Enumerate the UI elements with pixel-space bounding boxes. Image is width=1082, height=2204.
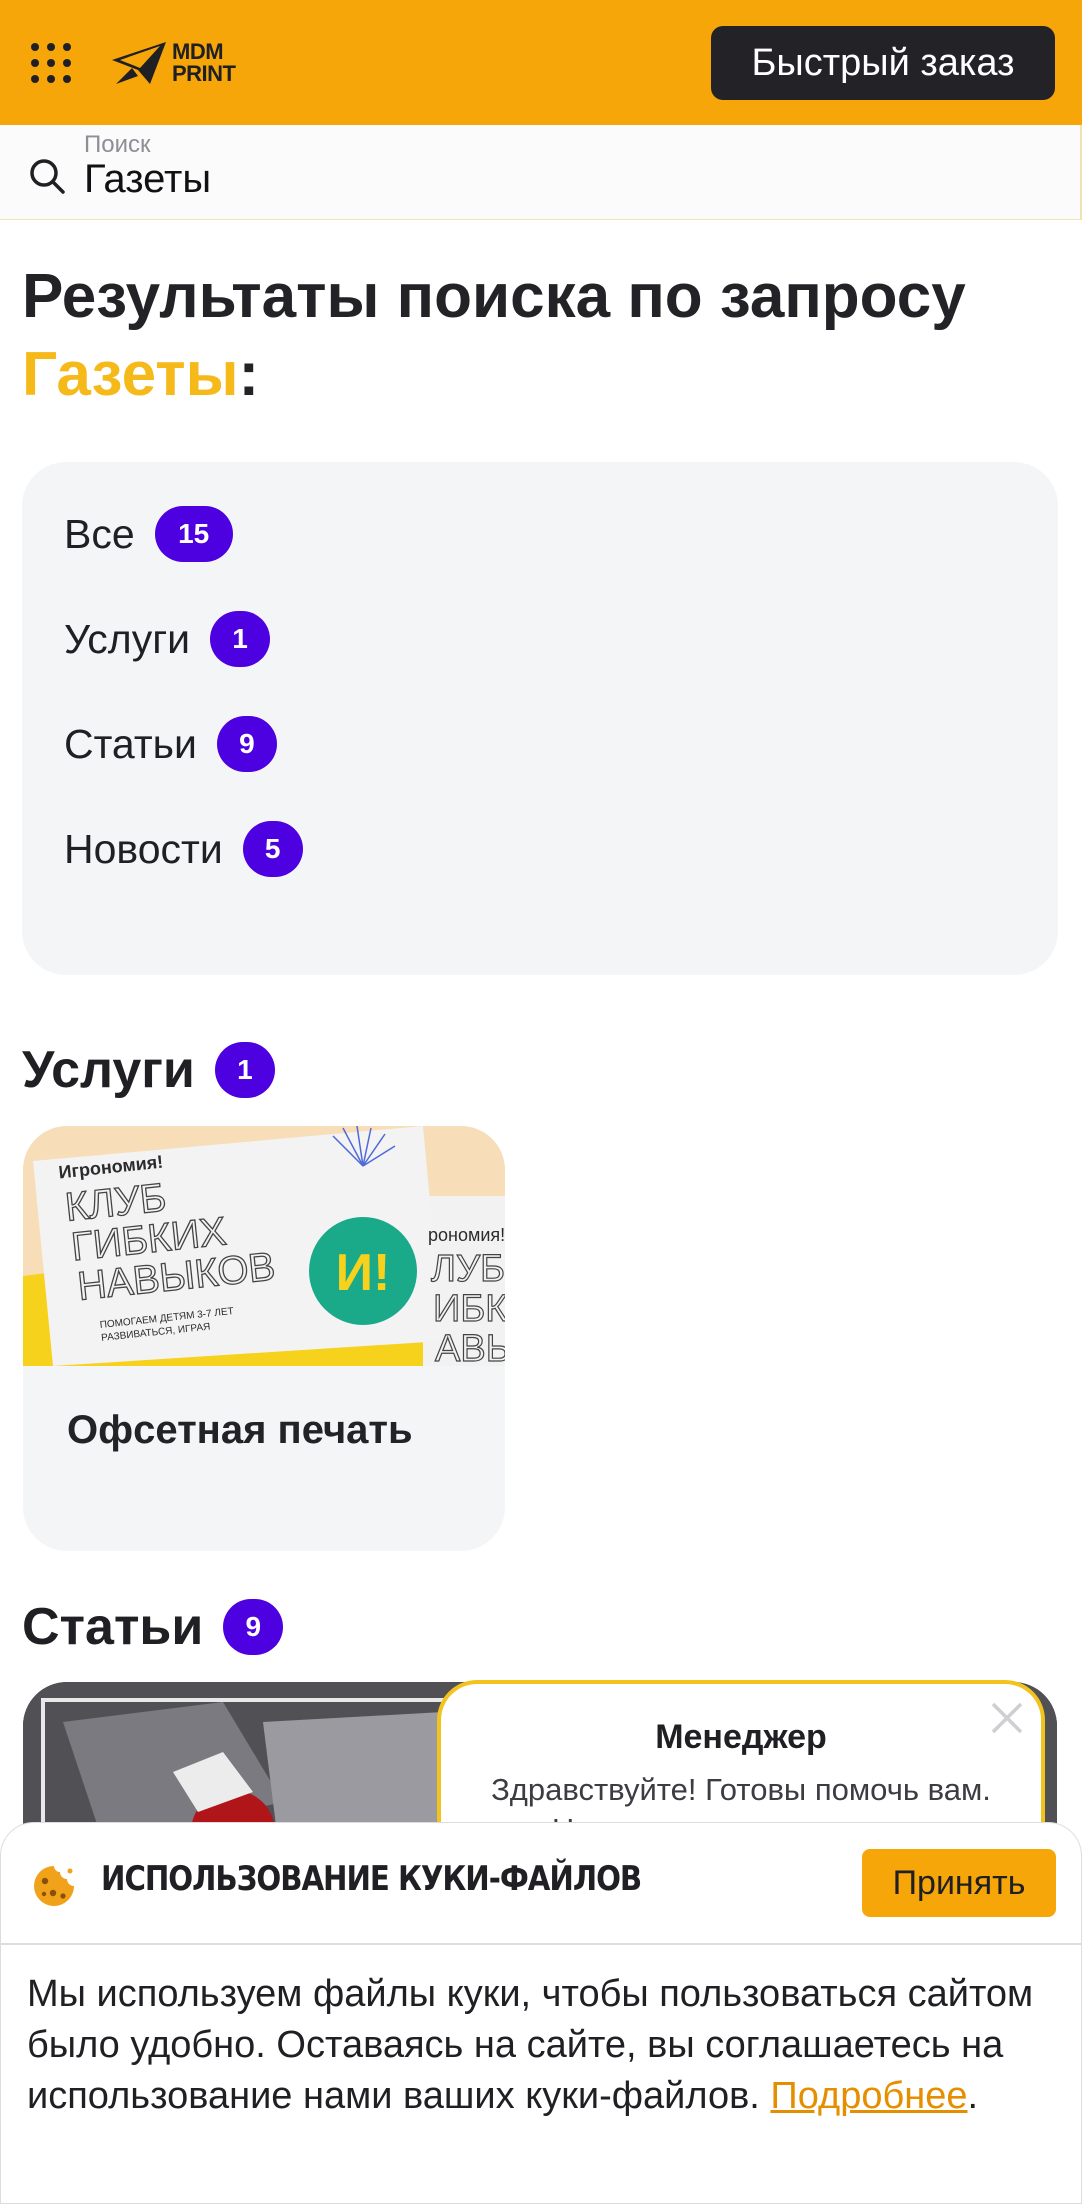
logo-line-2: PRINT — [172, 61, 236, 86]
logo-line-1: MDM — [172, 39, 224, 64]
count-badge: 1 — [210, 611, 271, 667]
filter-articles[interactable]: Статьи 9 — [64, 714, 277, 774]
filter-services[interactable]: Услуги 1 — [64, 609, 271, 669]
page-title-prefix: Результаты поиска по запросу — [22, 262, 966, 331]
count-badge: 5 — [242, 821, 303, 877]
count-badge: 15 — [154, 506, 233, 562]
logo[interactable]: MDM PRINT — [110, 38, 236, 88]
service-card[interactable]: И! Игрономия! КЛУБ ГИБКИХ НАВЫКОВ ПОМОГА… — [23, 1126, 505, 1551]
grid-dots-icon[interactable] — [30, 42, 72, 84]
cookie-header: ИСПОЛЬЗОВАНИЕ КУКИ-ФАЙЛОВ Принять — [1, 1823, 1081, 1945]
card-image-logo: И! — [336, 1244, 391, 1302]
logo-text: MDM PRINT — [172, 41, 236, 85]
filter-label: Новости — [64, 825, 223, 872]
chat-title: Менеджер — [655, 1718, 827, 1756]
accept-cookies-button[interactable]: Принять — [862, 1849, 1056, 1917]
filter-label: Все — [64, 510, 135, 557]
filter-all[interactable]: Все 15 — [64, 504, 233, 564]
filter-panel: Все 15 Услуги 1 Статьи 9 Новости 5 — [22, 462, 1058, 975]
cookie-title: ИСПОЛЬЗОВАНИЕ КУКИ-ФАЙЛОВ — [101, 1859, 642, 1899]
site-header: MDM PRINT Быстрый заказ — [0, 0, 1082, 125]
cookie-banner: ИСПОЛЬЗОВАНИЕ КУКИ-ФАЙЛОВ Принять Мы исп… — [0, 1822, 1082, 2204]
services-section-title: Услуги 1 — [22, 1040, 275, 1100]
search-bar: Поиск — [0, 125, 1082, 220]
service-card-image: И! Игрономия! КЛУБ ГИБКИХ НАВЫКОВ ПОМОГА… — [23, 1126, 505, 1366]
page-title: Результаты поиска по запросу Газеты: — [22, 258, 1062, 414]
cookie-text-end: . — [967, 2075, 979, 2117]
search-icon — [28, 157, 66, 195]
count-badge: 9 — [216, 716, 277, 772]
articles-section-title: Статьи 9 — [22, 1597, 284, 1657]
filter-label: Услуги — [64, 615, 191, 662]
search-input[interactable] — [84, 157, 984, 202]
cookie-text: Мы используем файлы куки, чтобы пользова… — [27, 1969, 1057, 2122]
card-image-side-1: ЛУБ — [431, 1248, 505, 1290]
paper-plane-icon — [112, 42, 166, 84]
section-title-text: Услуги — [22, 1041, 195, 1099]
card-image-side-2: ИБК — [433, 1288, 505, 1330]
search-query-highlight: Газеты — [22, 340, 239, 409]
search-label: Поиск — [84, 131, 151, 158]
more-info-link[interactable]: Подробнее — [770, 2075, 967, 2117]
count-badge: 9 — [223, 1599, 284, 1655]
quick-order-button[interactable]: Быстрый заказ — [711, 26, 1055, 100]
service-card-title: Офсетная печать — [67, 1408, 413, 1452]
card-image-side-brand: рономия! — [428, 1225, 505, 1245]
cookie-icon — [31, 1863, 77, 1909]
page-title-suffix: : — [238, 340, 260, 409]
card-image-side-3: АВЬ — [435, 1328, 505, 1366]
section-title-text: Статьи — [22, 1598, 204, 1656]
filter-news[interactable]: Новости 5 — [64, 819, 303, 879]
filter-label: Статьи — [64, 720, 197, 767]
count-badge: 1 — [214, 1042, 275, 1098]
